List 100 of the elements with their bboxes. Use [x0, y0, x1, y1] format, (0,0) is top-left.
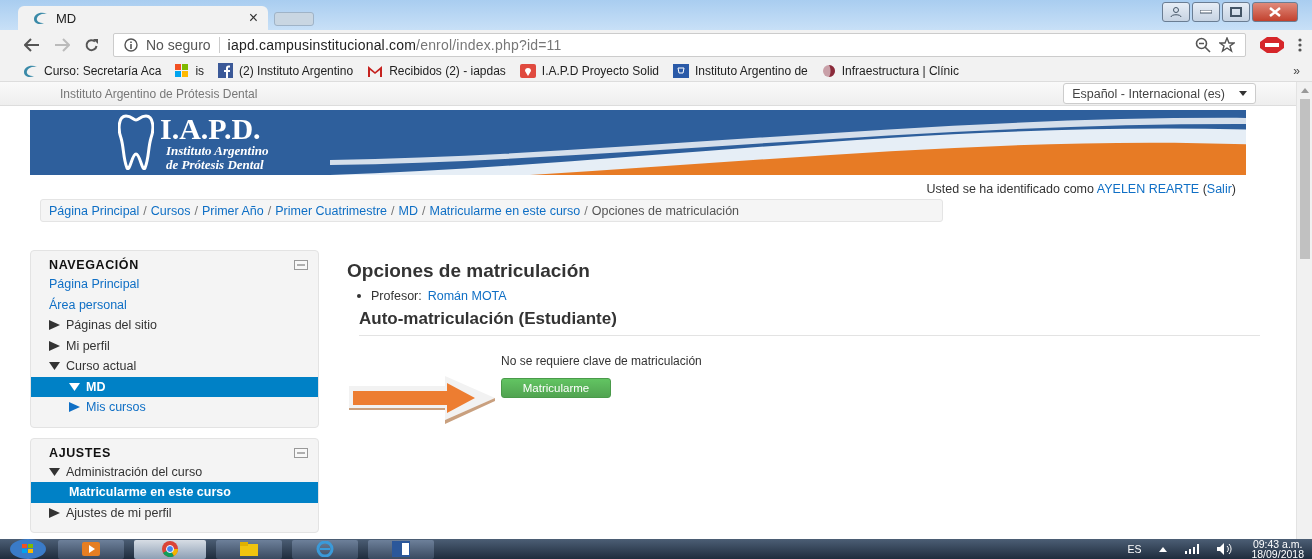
language-indicator[interactable]: ES [1127, 543, 1142, 555]
address-bar[interactable]: No seguro iapd.campusinstitucional.com/enrol/index.php?id=11 [113, 33, 1246, 57]
nav-label[interactable]: Curso actual [66, 359, 137, 374]
folder-button[interactable] [216, 539, 282, 559]
nav-label[interactable]: Administración del curso [66, 464, 203, 479]
selected-nav-item[interactable]: MD [31, 376, 318, 397]
language-select[interactable]: Español - Internacional (es) [1063, 83, 1256, 104]
stop-sign-icon[interactable] [1260, 37, 1284, 53]
tray-up-icon[interactable] [1159, 546, 1168, 552]
breadcrumb-link[interactable]: Primer Cuatrimestre [275, 203, 388, 218]
breadcrumb-separator: / [194, 203, 198, 218]
breadcrumb-link[interactable]: Matricularme en este curso [429, 203, 581, 218]
tooth-icon [118, 114, 154, 172]
collapsed-icon [49, 507, 60, 518]
windows-icon [175, 63, 190, 78]
facebook-icon [218, 63, 234, 78]
bookmark[interactable]: Curso: Secretaría Aca [22, 63, 162, 78]
tab-title[interactable]: MD [56, 10, 241, 26]
expanded-icon [49, 362, 60, 371]
close-icon [1268, 7, 1282, 17]
logout-link[interactable]: Salir [1206, 182, 1232, 196]
close-button[interactable] [1252, 2, 1298, 22]
browser-e-button[interactable] [292, 539, 358, 559]
logo-title: I.A.P.D. [160, 113, 262, 144]
url-text[interactable]: iapd.campusinstitucional.com/enrol/index.php?id=11 [227, 37, 1187, 53]
enrol-note: No se requiere clave de matriculación [501, 354, 702, 368]
nav-label[interactable]: MD [86, 379, 106, 394]
logo-subtitle: Instituto Argentino [165, 143, 269, 158]
clock[interactable]: 09:43 a.m. 18/09/2018 [1251, 539, 1304, 559]
bullet [357, 294, 361, 298]
nav-item[interactable]: Curso actual [31, 356, 318, 377]
collapse-icon[interactable] [294, 447, 308, 458]
nav-item[interactable]: Ajustes de mi perfil [31, 502, 318, 523]
scroll-thumb[interactable] [1299, 99, 1310, 259]
breadcrumb-current: Opciones de matriculación [591, 203, 740, 218]
browser-e-icon [316, 541, 334, 557]
user-link[interactable]: AYELEN REARTE [1096, 182, 1200, 196]
teacher-link[interactable]: Román MOTA [427, 289, 507, 303]
breadcrumb-link[interactable]: Primer Año [201, 203, 264, 218]
bookmark[interactable]: (2) Instituto Argentino [218, 63, 354, 78]
bookmark[interactable]: is [175, 63, 205, 78]
browser-tab[interactable]: MD × [18, 6, 268, 30]
media-player-button[interactable] [58, 539, 124, 559]
site-name: Instituto Argentino de Prótesis Dental [60, 86, 258, 101]
nav-label[interactable]: Mi perfil [66, 338, 110, 353]
swirl-icon [22, 63, 38, 78]
selected-nav-item[interactable]: Matricularme en este curso [31, 482, 318, 503]
breadcrumb-separator: / [391, 203, 395, 218]
folder-icon [240, 542, 258, 556]
back-icon[interactable] [24, 38, 40, 52]
tab-close-button[interactable]: × [248, 9, 258, 27]
nav-label[interactable]: Ajustes de mi perfil [66, 505, 172, 520]
nav-item[interactable]: Página Principal [31, 274, 318, 295]
nav-item[interactable]: Páginas del sitio [31, 315, 318, 336]
collapsed-icon [49, 340, 60, 351]
chrome-button[interactable] [134, 539, 206, 559]
nav-item[interactable]: Mis cursos [31, 397, 318, 418]
info-icon [124, 38, 138, 52]
block-title: NAVEGACIÓN [49, 258, 139, 272]
nav-label[interactable]: Páginas del sitio [66, 318, 158, 333]
nav-item[interactable]: Área personal [31, 294, 318, 315]
speaker-icon[interactable] [1217, 543, 1234, 555]
start-button[interactable] [8, 539, 48, 559]
minimize-button[interactable] [1192, 2, 1220, 22]
breadcrumb-link[interactable]: Página Principal [49, 203, 140, 218]
security-label: No seguro [146, 37, 211, 53]
play-icon [82, 542, 100, 556]
breadcrumb-separator: / [267, 203, 272, 218]
user-button[interactable] [1162, 2, 1190, 22]
expanded-icon [69, 382, 80, 391]
breadcrumb-link[interactable]: Cursos [150, 203, 191, 218]
minimize-icon [1200, 10, 1212, 14]
maximize-button[interactable] [1222, 2, 1250, 22]
more-bookmarks-button[interactable]: » [1293, 63, 1300, 78]
bookmark[interactable]: Infraestructura | Clínic [821, 63, 959, 78]
document-icon [392, 541, 410, 557]
scrollbar[interactable] [1296, 82, 1312, 539]
signal-icon[interactable] [1185, 544, 1200, 554]
collapsed-icon [49, 320, 60, 331]
nav-item[interactable]: Mi perfil [31, 335, 318, 356]
bookmark[interactable]: Recibidos (2) - iapdas [367, 63, 506, 78]
swirl-icon [32, 11, 48, 25]
reload-icon[interactable] [84, 37, 99, 53]
nav-link[interactable]: Mis cursos [86, 400, 146, 415]
menu-icon[interactable] [1298, 38, 1302, 52]
block-title: AJUSTES [49, 445, 111, 460]
bookmark[interactable]: Instituto Argentino de [673, 63, 808, 78]
nav-label[interactable]: Matricularme en este curso [69, 485, 231, 500]
nav-link[interactable]: Página Principal [49, 277, 140, 292]
star-icon[interactable] [1219, 37, 1235, 53]
zoom-out-icon[interactable] [1195, 37, 1211, 53]
nav-link[interactable]: Área personal [49, 297, 127, 312]
cart-icon [673, 63, 690, 78]
chrome-icon [162, 541, 178, 557]
collapsed-icon [69, 402, 80, 413]
bookmark[interactable]: I.A.P.D Proyecto Solid [519, 63, 660, 78]
word-button[interactable] [368, 539, 434, 559]
nav-item[interactable]: Administración del curso [31, 461, 318, 482]
collapse-icon[interactable] [294, 260, 308, 270]
breadcrumb-link[interactable]: MD [398, 203, 418, 218]
